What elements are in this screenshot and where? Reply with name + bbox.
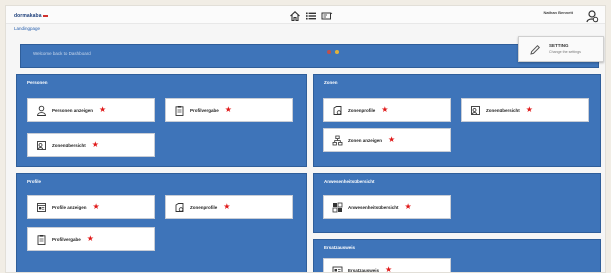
zone-overview-icon	[471, 105, 480, 115]
main-nav	[289, 10, 333, 22]
id-card-icon[interactable]	[321, 10, 333, 22]
tile-label: Zonen anzeigen	[348, 137, 383, 143]
welcome-banner: Welcome back to Dashboard	[20, 44, 599, 68]
panel-profile: Profile	[16, 173, 307, 272]
pencil-icon	[530, 44, 541, 55]
tile-zonenprofile[interactable]: Zonenprofile ★	[323, 98, 451, 122]
tile-label: Zonenprofile	[190, 204, 218, 210]
list-icon[interactable]	[305, 10, 317, 22]
tile-label: Profile anzeigen	[52, 204, 87, 210]
favorite-star-icon[interactable]: ★	[225, 106, 232, 114]
tile-label: Zonenprofile	[348, 107, 376, 113]
tile-profilvergabe-profile[interactable]: Profilvergabe ★	[27, 227, 155, 251]
clipboard-icon	[37, 234, 46, 245]
zone-profile-icon	[175, 202, 184, 212]
tile-label: Anwesenheitsübersicht	[348, 204, 399, 210]
tile-label: Personen anzeigen	[52, 107, 94, 113]
favorite-star-icon[interactable]: ★	[405, 203, 412, 211]
settings-subtitle: Change the settings	[549, 50, 581, 54]
tile-ersatzausweis[interactable]: Ersatzausweis ★	[323, 258, 451, 273]
tile-zonenuebersicht-zonen[interactable]: Zonenübersicht ★	[461, 98, 589, 122]
logo-mark	[42, 14, 48, 17]
tile-profile-anzeigen[interactable]: Profile anzeigen ★	[27, 195, 155, 219]
favorite-star-icon[interactable]: ★	[381, 106, 388, 114]
favorite-star-icon[interactable]: ★	[87, 235, 94, 243]
zone-overview-icon	[37, 140, 46, 150]
tile-profilvergabe[interactable]: Profilvergabe ★	[165, 98, 293, 122]
tile-zonenprofile-profile[interactable]: Zonenprofile ★	[165, 195, 293, 219]
org-chart-icon	[332, 135, 343, 145]
tile-anwesenheitsuebersicht[interactable]: Anwesenheitsübersicht ★	[323, 195, 451, 219]
settings-popup[interactable]: SETTING Change the settings	[518, 36, 604, 62]
app-frame: dormakaba Nathan Bennett Landingpage Wel…	[5, 5, 606, 273]
favorite-star-icon[interactable]: ★	[385, 266, 392, 273]
attendance-icon	[332, 202, 343, 212]
favorite-star-icon[interactable]: ★	[93, 203, 100, 211]
favorite-star-icon[interactable]: ★	[223, 203, 230, 211]
tile-label: Ersatzausweis	[348, 267, 380, 273]
favorite-star-icon[interactable]: ★	[92, 141, 99, 149]
tile-label: Zonenübersicht	[52, 142, 86, 148]
tile-label: Profilvergabe	[190, 107, 219, 113]
tile-label: Zonenübersicht	[486, 107, 520, 113]
panel-title: Profile	[27, 179, 42, 184]
person-icon	[37, 105, 46, 116]
favorite-star-icon[interactable]: ★	[99, 106, 106, 114]
panel-title: Personen	[27, 80, 48, 85]
panel-title: Anwesenheitsübersicht	[324, 179, 375, 184]
favorite-star-icon[interactable]: ★	[526, 106, 533, 114]
breadcrumb[interactable]: Landingpage	[14, 26, 40, 31]
top-bar: dormakaba Nathan Bennett	[6, 6, 605, 24]
favorite-star-icon[interactable]: ★	[388, 136, 395, 144]
clipboard-icon	[175, 105, 184, 116]
tile-zonenuebersicht[interactable]: Zonenübersicht ★	[27, 133, 155, 157]
brand-logo[interactable]: dormakaba	[14, 13, 48, 19]
tile-personen-anzeigen[interactable]: Personen anzeigen ★	[27, 98, 155, 122]
indicator-yellow-dot	[335, 50, 339, 54]
profile-card-icon	[37, 202, 46, 212]
home-icon[interactable]	[289, 10, 301, 22]
panel-title: Ersatzausweis	[324, 245, 356, 250]
id-badge-icon	[332, 266, 343, 272]
tile-zonen-anzeigen[interactable]: Zonen anzeigen ★	[323, 128, 451, 152]
banner-indicators	[327, 50, 339, 54]
user-settings-icon[interactable]	[585, 9, 599, 23]
settings-title: SETTING	[549, 43, 569, 48]
panel-title: Zonen	[324, 80, 338, 85]
banner-text: Welcome back to Dashboard	[33, 51, 91, 56]
zone-profile-icon	[333, 105, 342, 115]
user-name: Nathan Bennett	[543, 10, 573, 15]
tile-label: Profilvergabe	[52, 236, 81, 242]
logo-text: dormakaba	[14, 13, 42, 19]
indicator-red-dot	[327, 50, 331, 54]
